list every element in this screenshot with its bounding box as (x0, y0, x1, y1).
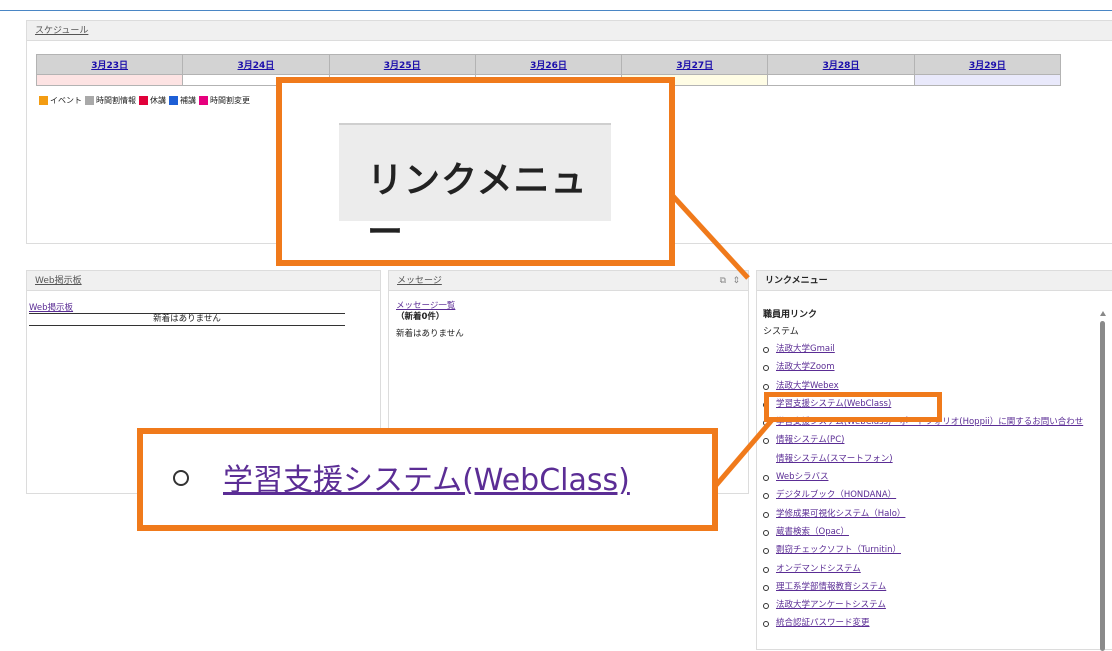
zoom-title-bg: リンクメニュー (339, 123, 611, 253)
zoom-callout-title: リンクメニュー (276, 77, 675, 266)
zoom-callout-link: 学習支援システム(WebClass) (137, 428, 718, 531)
zoom-link-text[interactable]: 学習支援システム(WebClass) (223, 455, 630, 499)
connector-line-top (670, 193, 750, 280)
connector-line-bottom (710, 418, 774, 492)
zoom-bullet-icon (173, 470, 189, 486)
zoom-title-text: リンクメニュー (367, 160, 588, 253)
